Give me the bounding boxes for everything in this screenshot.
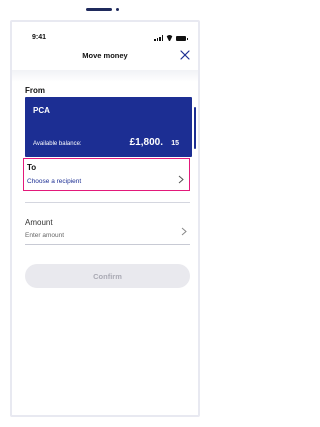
status-bar: 9:41	[12, 34, 198, 44]
balance-label: Available balance:	[33, 141, 82, 147]
close-button[interactable]	[178, 48, 192, 62]
screen: 9:41 Move money From PCA Available balan…	[10, 20, 200, 417]
carousel-scroll-indicator	[194, 107, 196, 149]
from-label: From	[25, 86, 45, 95]
amount-input[interactable]	[25, 232, 175, 239]
confirm-button[interactable]: Confirm	[25, 264, 190, 288]
device-camera	[116, 8, 119, 11]
amount-underline	[25, 244, 190, 245]
balance-amount: £1,800.	[129, 137, 163, 148]
battery-icon	[176, 36, 188, 41]
header: Move money	[12, 48, 198, 64]
signal-icon	[154, 35, 163, 41]
divider	[25, 202, 190, 203]
to-recipient-selector[interactable]: To Choose a recipient	[23, 158, 190, 191]
chevron-right-icon	[181, 227, 187, 236]
status-icons	[154, 35, 188, 41]
choose-recipient-link[interactable]: Choose a recipient	[27, 178, 81, 185]
balance-pence: 15	[171, 139, 179, 147]
amount-label: Amount	[25, 218, 53, 227]
from-account-card[interactable]: PCA Available balance: £1,800. 15	[25, 97, 192, 157]
chevron-right-icon	[178, 175, 184, 184]
page-title: Move money	[82, 51, 128, 60]
device-frame: 9:41 Move money From PCA Available balan…	[0, 0, 210, 427]
header-divider	[12, 70, 198, 82]
account-name: PCA	[33, 106, 50, 115]
to-label: To	[27, 163, 37, 172]
close-icon	[180, 50, 190, 60]
status-time: 9:41	[32, 34, 47, 41]
device-notch	[86, 8, 112, 11]
wifi-icon	[166, 35, 173, 41]
move-money-panel: 9:41 Move money From PCA Available balan…	[12, 22, 198, 415]
